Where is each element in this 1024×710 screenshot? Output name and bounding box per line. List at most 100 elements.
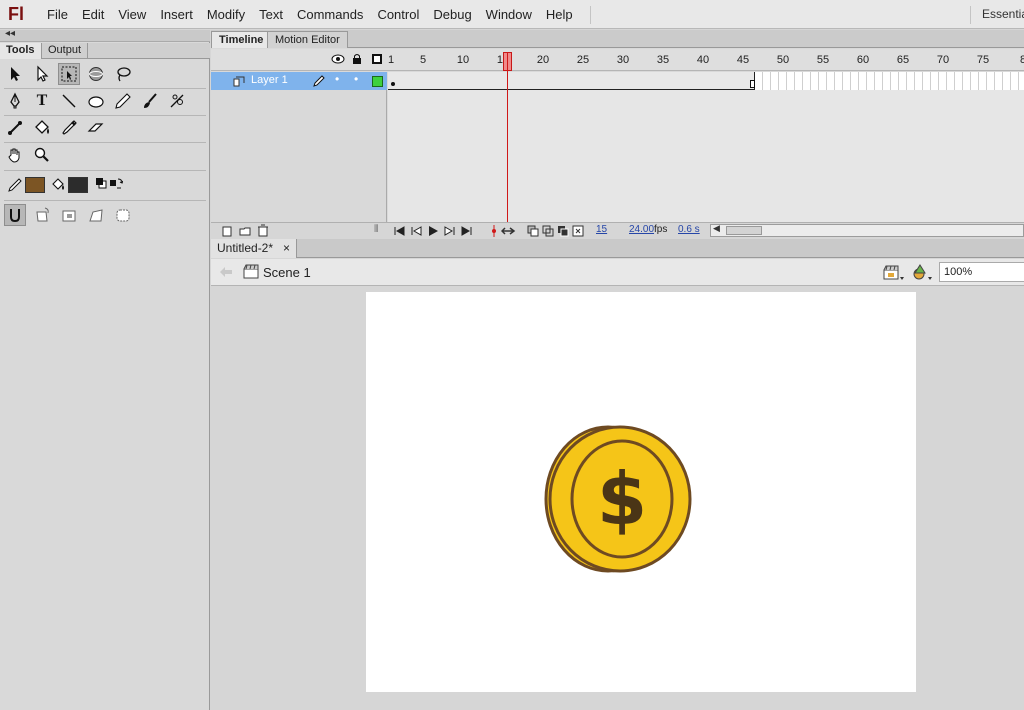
menu-control[interactable]: Control bbox=[370, 0, 426, 29]
menu-list: File Edit View Insert Modify Text Comman… bbox=[40, 0, 580, 29]
frame-number-label: 45 bbox=[736, 54, 750, 66]
frame-rate[interactable]: 24.00 bbox=[629, 224, 654, 235]
edit-symbols-icon[interactable] bbox=[911, 263, 935, 281]
elapsed-time[interactable]: 0.6 s bbox=[678, 224, 700, 235]
frame-number-label: 8 bbox=[1019, 54, 1024, 66]
stroke-pencil-icon bbox=[8, 178, 22, 192]
zoom-field[interactable]: 100% bbox=[939, 262, 1024, 282]
coin-graphic[interactable]: $ bbox=[544, 424, 692, 574]
menu-view[interactable]: View bbox=[111, 0, 153, 29]
collapse-panel-icon[interactable]: ◂◂ bbox=[5, 28, 15, 39]
play-icon[interactable] bbox=[427, 225, 439, 237]
step-forward-icon[interactable] bbox=[444, 226, 456, 236]
pencil-tool-icon[interactable] bbox=[112, 90, 134, 112]
pasteboard[interactable]: $ bbox=[211, 287, 1024, 710]
text-tool-icon[interactable]: T bbox=[31, 90, 53, 112]
hand-tool-icon[interactable] bbox=[4, 144, 26, 166]
timeline-controls: ⦀ 15 24.00 fps 0.6 s ◀ bbox=[211, 222, 1024, 238]
menu-insert[interactable]: Insert bbox=[153, 0, 200, 29]
frame-ruler[interactable]: 1510152025303540455055606570758 bbox=[388, 49, 1024, 71]
fill-color-swatch[interactable] bbox=[68, 177, 88, 193]
frame-row[interactable] bbox=[388, 72, 1024, 90]
menu-text[interactable]: Text bbox=[252, 0, 290, 29]
menu-help[interactable]: Help bbox=[539, 0, 580, 29]
timeline-hscrollbar[interactable]: ◀ bbox=[710, 223, 1024, 237]
close-tab-icon[interactable]: × bbox=[283, 239, 290, 258]
empty-frames[interactable] bbox=[755, 72, 1024, 90]
eraser-tool-icon[interactable] bbox=[85, 117, 107, 139]
scale-icon[interactable] bbox=[58, 204, 80, 226]
menu-commands[interactable]: Commands bbox=[290, 0, 370, 29]
deco-tool-icon[interactable] bbox=[166, 90, 188, 112]
menu-file[interactable]: File bbox=[40, 0, 75, 29]
bone-tool-icon[interactable] bbox=[4, 117, 26, 139]
tab-tools[interactable]: Tools bbox=[0, 43, 42, 59]
lock-all-icon[interactable] bbox=[351, 53, 363, 65]
timeline-scroll-thumb[interactable] bbox=[726, 226, 762, 235]
document-tab-title[interactable]: Untitled-2* bbox=[217, 239, 273, 258]
oval-tool-icon[interactable] bbox=[85, 90, 107, 112]
distort-icon[interactable] bbox=[85, 204, 107, 226]
layer-visible-dot[interactable]: • bbox=[335, 72, 339, 86]
go-to-last-frame-icon[interactable] bbox=[461, 226, 473, 236]
go-to-first-frame-icon[interactable] bbox=[393, 226, 405, 236]
layer-name[interactable]: Layer 1 bbox=[251, 74, 288, 86]
playhead-line bbox=[507, 52, 508, 230]
stage[interactable]: $ bbox=[366, 292, 916, 692]
current-frame[interactable]: 15 bbox=[596, 224, 607, 235]
back-arrow-icon[interactable] bbox=[219, 266, 233, 278]
new-folder-icon[interactable] bbox=[239, 225, 251, 237]
line-tool-icon[interactable] bbox=[58, 90, 80, 112]
zoom-tool-icon[interactable] bbox=[31, 144, 53, 166]
step-back-icon[interactable] bbox=[410, 226, 422, 236]
layer-lock-dot[interactable]: • bbox=[354, 72, 358, 86]
modify-markers-icon[interactable] bbox=[572, 225, 584, 237]
onion-skin-outlines-icon[interactable] bbox=[542, 225, 554, 237]
show-hide-all-icon[interactable] bbox=[331, 54, 345, 64]
snap-to-objects-icon[interactable] bbox=[4, 204, 26, 226]
timeline-header: 1510152025303540455055606570758 bbox=[211, 49, 1024, 71]
subselection-tool-icon[interactable] bbox=[31, 63, 53, 85]
scroll-left-arrow-icon[interactable]: ◀ bbox=[713, 223, 720, 234]
frame-span[interactable] bbox=[388, 72, 755, 90]
layer-row[interactable]: Layer 1 • • bbox=[211, 72, 387, 90]
splitter-icon[interactable]: ⦀ bbox=[374, 224, 378, 235]
tools-panel: ◂◂ Tools Output T bbox=[0, 28, 210, 710]
3d-rotation-tool-icon[interactable] bbox=[85, 63, 107, 85]
tab-output[interactable]: Output bbox=[42, 43, 89, 59]
scene-name[interactable]: Scene 1 bbox=[263, 265, 311, 280]
rotate-skew-icon[interactable] bbox=[31, 204, 53, 226]
brush-tool-icon[interactable] bbox=[139, 90, 161, 112]
frame-grid[interactable] bbox=[388, 72, 1024, 222]
tab-motion-editor[interactable]: Motion Editor bbox=[267, 31, 348, 48]
menu-debug[interactable]: Debug bbox=[426, 0, 478, 29]
selection-tool-icon[interactable] bbox=[4, 63, 26, 85]
frame-number-label: 55 bbox=[816, 54, 830, 66]
tab-timeline[interactable]: Timeline bbox=[211, 31, 272, 48]
pen-tool-icon[interactable] bbox=[4, 90, 26, 112]
edit-scene-icon[interactable] bbox=[883, 264, 905, 281]
frame-number-label: 20 bbox=[536, 54, 550, 66]
menu-edit[interactable]: Edit bbox=[75, 0, 111, 29]
default-colors-icon[interactable] bbox=[95, 177, 107, 189]
envelope-icon[interactable] bbox=[112, 204, 134, 226]
menu-window[interactable]: Window bbox=[479, 0, 539, 29]
frame-number-label: 35 bbox=[656, 54, 670, 66]
layer-outline-color[interactable] bbox=[372, 76, 383, 87]
workspace-switcher[interactable]: Essentia bbox=[982, 0, 1024, 29]
lasso-tool-icon[interactable] bbox=[112, 63, 134, 85]
stroke-color-swatch[interactable] bbox=[25, 177, 45, 193]
delete-layer-icon[interactable] bbox=[257, 224, 269, 237]
center-frame-icon[interactable] bbox=[491, 225, 497, 237]
eyedropper-tool-icon[interactable] bbox=[58, 117, 80, 139]
onion-skin-icon[interactable] bbox=[527, 225, 539, 237]
keyframe-dot[interactable] bbox=[391, 82, 395, 86]
document-tab[interactable]: Untitled-2* × bbox=[211, 239, 298, 258]
paint-bucket-tool-icon[interactable] bbox=[31, 117, 53, 139]
loop-icon[interactable] bbox=[501, 225, 517, 237]
new-layer-icon[interactable] bbox=[221, 225, 233, 237]
edit-multiple-frames-icon[interactable] bbox=[557, 225, 569, 237]
menu-modify[interactable]: Modify bbox=[200, 0, 252, 29]
swap-colors-icon[interactable] bbox=[109, 177, 123, 191]
free-transform-tool-icon[interactable] bbox=[58, 63, 80, 85]
